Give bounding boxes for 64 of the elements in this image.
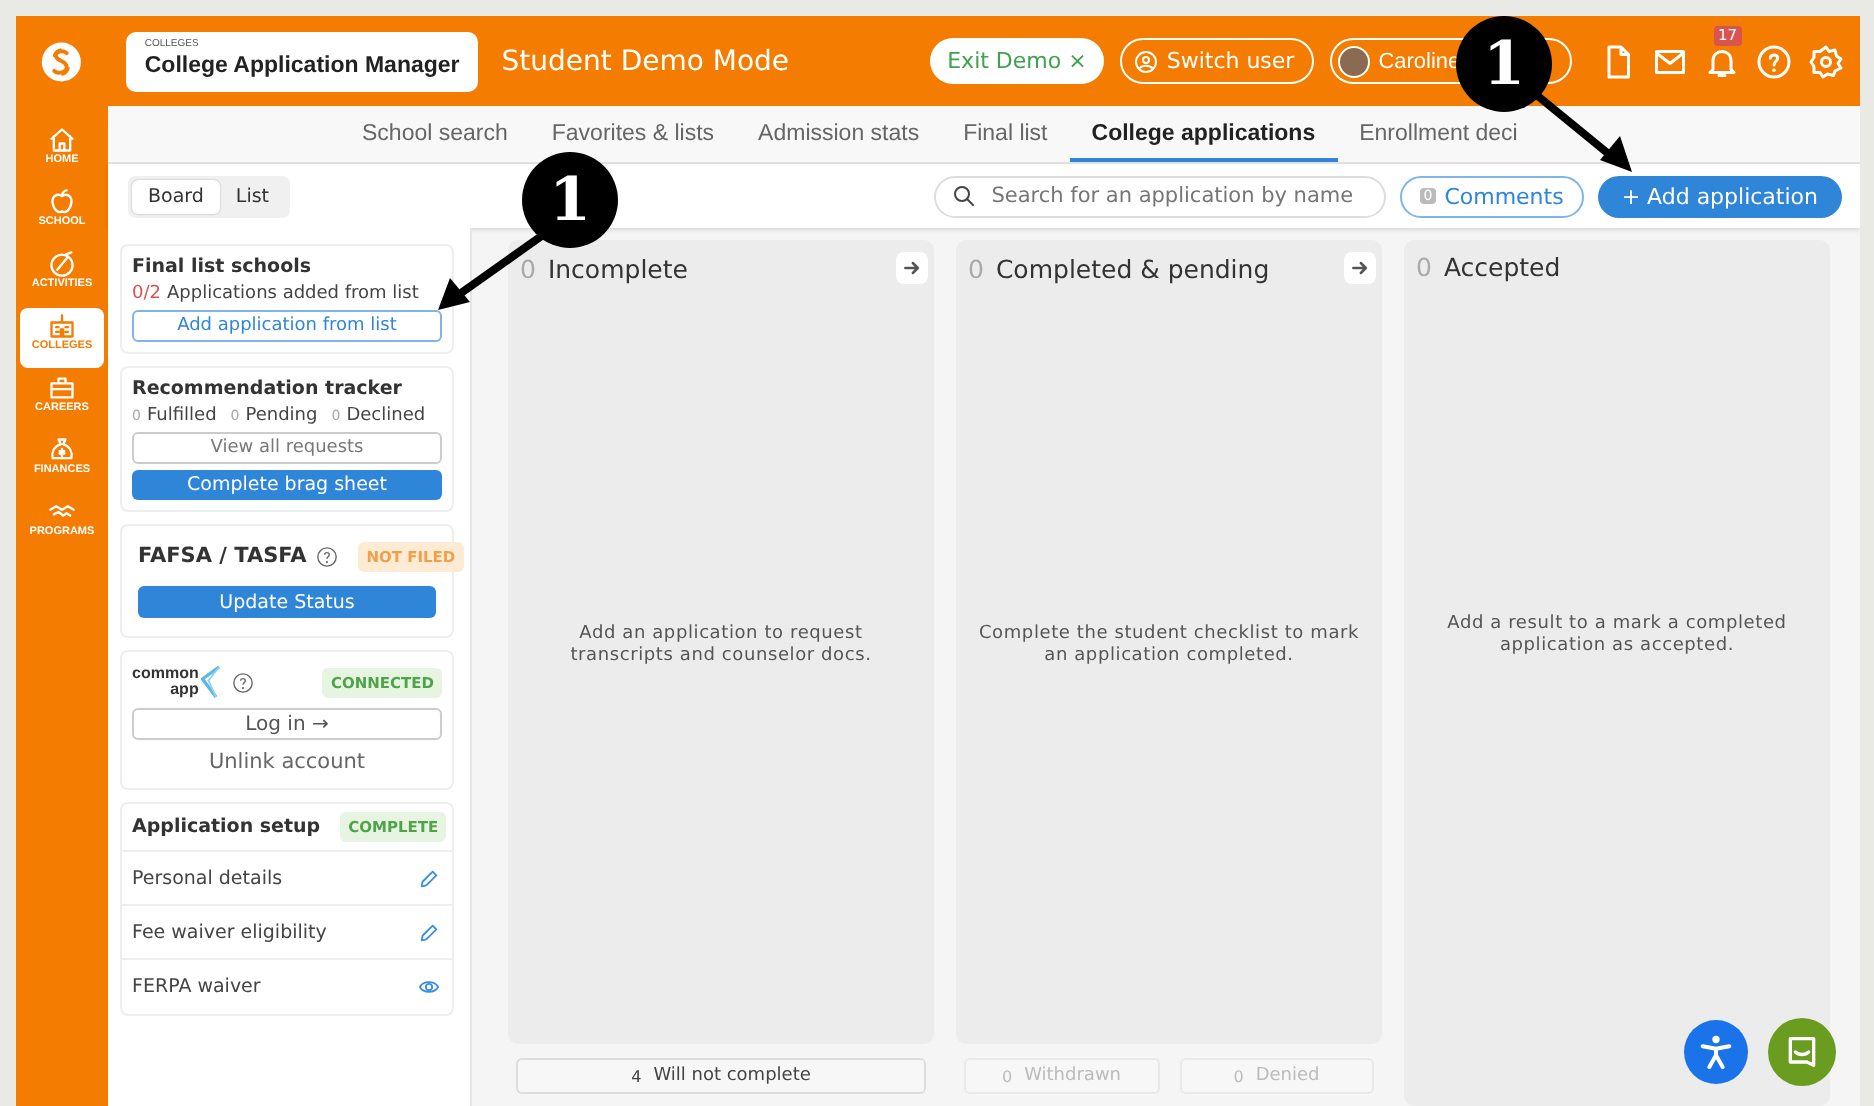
app-title: College Application Manager	[144, 51, 460, 81]
add-from-list-button[interactable]: Add application from list	[132, 310, 442, 342]
update-status-button[interactable]: Update Status	[138, 586, 436, 618]
help-icon[interactable]	[316, 545, 339, 567]
card-title: Final list schools	[132, 256, 314, 278]
pencil-icon[interactable]	[418, 921, 440, 943]
column-title: Completed & pending	[995, 253, 1270, 283]
brag-sheet-button[interactable]: Complete brag sheet	[132, 470, 442, 500]
count: 0	[968, 253, 984, 283]
move-button[interactable]	[896, 252, 928, 284]
card-title: Application setup	[132, 816, 321, 838]
help-icon[interactable]	[232, 671, 255, 693]
pencil-icon[interactable]	[418, 867, 440, 889]
view-requests-button[interactable]: View all requests	[132, 432, 442, 464]
arrow-right-icon	[1350, 258, 1370, 278]
apple-icon	[48, 188, 76, 216]
accessibility-icon	[1696, 1032, 1736, 1072]
log-in-button[interactable]: Log in →	[132, 708, 442, 740]
unlink-account-button[interactable]: Unlink account	[132, 746, 442, 778]
count: 0	[1416, 252, 1432, 282]
count: 0	[520, 253, 536, 283]
count: 0/2	[132, 284, 161, 304]
tab[interactable]: Enrollment deci	[1337, 108, 1540, 162]
setup-item: Personal details	[132, 867, 283, 889]
stat-label: Pending	[245, 406, 318, 426]
demo-mode-label: Student Demo Mode	[501, 45, 792, 77]
pencil-circle-icon	[48, 250, 76, 278]
money-bag-icon	[48, 436, 76, 464]
avatar	[1338, 45, 1371, 77]
card-title: FAFSA / TASFA	[136, 544, 307, 568]
empty-message: Complete the student checklist to mark an application completed.	[976, 624, 1362, 668]
column-title: Accepted	[1443, 252, 1561, 282]
logo-icon	[40, 39, 83, 83]
house-icon	[48, 126, 76, 154]
exit-demo-button[interactable]: Exit Demo ×	[929, 38, 1105, 84]
view-tab[interactable]: Board	[132, 179, 220, 213]
settings-icon[interactable]	[1808, 43, 1844, 79]
search-icon	[951, 184, 976, 208]
search-field[interactable]: Search for an application by name	[933, 175, 1386, 217]
description: Applications added from list	[166, 284, 419, 304]
empty-message: Add a result to a mark a completed application as accepted.	[1445, 614, 1789, 658]
setup-item: FERPA waiver	[132, 976, 261, 998]
card-title: Recommendation tracker	[132, 378, 404, 400]
column-title: Incomplete	[547, 253, 688, 283]
briefcase-icon	[48, 374, 76, 402]
empty-message: Add an application to request transcripts and counselor docs.	[568, 624, 874, 668]
add-application-button[interactable]: + Add application	[1597, 175, 1842, 217]
move-button[interactable]	[1344, 252, 1376, 284]
eye-icon[interactable]	[418, 976, 440, 998]
chevron-logo-icon	[198, 664, 223, 700]
stat-label: Fulfilled	[146, 406, 217, 426]
tab[interactable]: Final list	[941, 108, 1070, 162]
building-icon	[48, 312, 76, 340]
user-icon	[1134, 49, 1159, 73]
logo-text: common	[132, 666, 199, 682]
view-tab[interactable]: List	[219, 179, 286, 213]
tab[interactable]: Admission stats	[736, 108, 942, 162]
arrow-right-icon	[902, 258, 922, 278]
setup-item: Fee waiver eligibility	[132, 921, 327, 943]
comments-label: Comments	[1444, 183, 1564, 209]
status-button[interactable]: 4 Will not complete	[516, 1058, 926, 1094]
switch-user-button[interactable]: Switch user	[1120, 38, 1315, 84]
stat-label: Declined	[346, 406, 426, 426]
logo-text: app	[170, 682, 199, 698]
